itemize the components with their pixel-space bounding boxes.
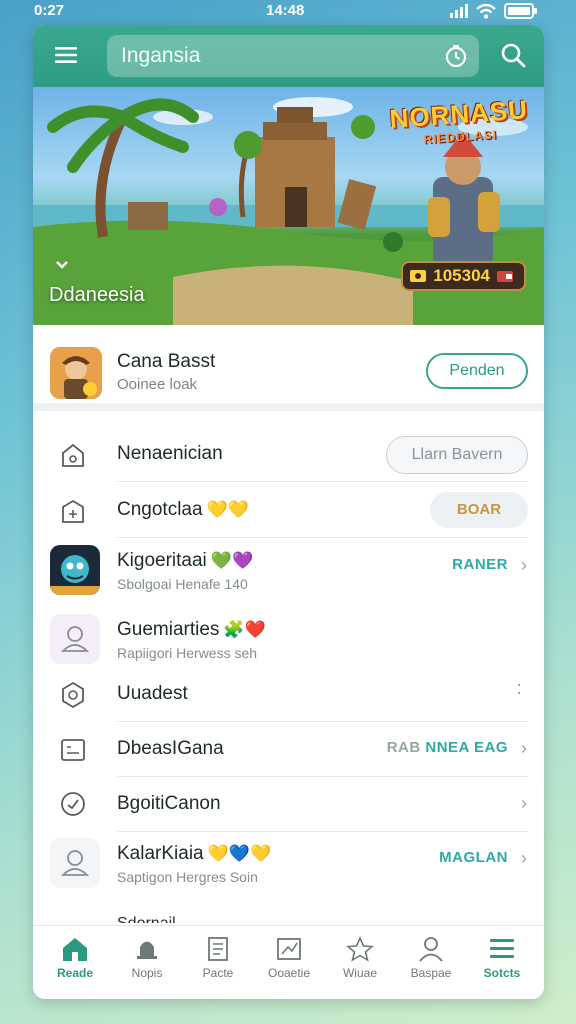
chevron-down-icon[interactable]: [55, 257, 69, 275]
signal-icon: [450, 4, 468, 18]
tab-label: Nopis: [131, 966, 163, 980]
list-item-subtitle: Sbolgoai Henafe 140: [117, 576, 248, 592]
list-item[interactable]: BgoitiCanon ›: [33, 776, 544, 832]
list-item[interactable]: Uuadest · ·: [33, 666, 544, 722]
chat-check-icon: [58, 790, 88, 820]
featured-subtitle: Ooinee loak: [117, 376, 198, 393]
timer-icon[interactable]: [443, 43, 469, 75]
chevron-right-icon[interactable]: ›: [521, 555, 527, 576]
list-item-title: Cngotclaa 💛💛: [117, 499, 249, 520]
featured-action-button[interactable]: Penden: [426, 353, 528, 389]
featured-card[interactable]: Cana Basst Ooinee loak Penden: [33, 325, 544, 411]
chart-icon: [277, 938, 301, 960]
list-item-link[interactable]: RANER: [452, 556, 508, 573]
document-icon: [208, 937, 228, 961]
tab-sotcts[interactable]: Sotcts: [470, 936, 534, 980]
wallet-icon: [497, 271, 513, 282]
list-item-action-button[interactable]: BOAR: [430, 492, 528, 528]
list-item[interactable]: Cngotclaa 💛💛 BOAR: [33, 482, 544, 538]
tab-wiuae[interactable]: Wiuae: [328, 936, 392, 980]
featured-title: Cana Basst: [117, 351, 216, 372]
search-input[interactable]: Ingansia: [107, 35, 479, 77]
coin-balance-value: 105304: [433, 266, 490, 285]
list-item-title: Guemiarties 🧩❤️: [117, 619, 266, 640]
avatar: [50, 838, 100, 888]
menu-icon: [490, 939, 514, 958]
tab-baspae[interactable]: Baspae: [399, 936, 463, 980]
list-item-link[interactable]: RAB NNEA EAG: [387, 739, 508, 756]
more-options-icon[interactable]: · ·: [516, 675, 522, 701]
list-item[interactable]: Nenaenician Llarn Bavern: [33, 426, 544, 482]
home-icon: [63, 938, 87, 961]
list-item-title: KalarKiaia 💛💙💛: [117, 843, 272, 864]
game-brand-logo: NORNASU RIEDDLASI: [388, 94, 529, 149]
tab-label: Wiuae: [342, 966, 377, 980]
shop-icon: [58, 496, 88, 526]
list-item-title: Uuadest: [117, 683, 188, 704]
chevron-right-icon[interactable]: ›: [521, 848, 527, 869]
house-icon: [58, 440, 88, 470]
coin-balance-badge[interactable]: 105304: [401, 261, 526, 291]
status-bar: 0:27 14:48: [0, 0, 576, 24]
list-item-subtitle: Saptigon Hergres Soin: [117, 869, 258, 885]
tab-label: Ooaetie: [267, 966, 311, 980]
game-app-icon: [50, 545, 100, 595]
hero-banner[interactable]: NORNASU RIEDDLASI 105304 Ddaneesia: [33, 87, 544, 325]
status-time-left: 0:27: [34, 2, 65, 19]
hexagon-settings-icon: [58, 680, 88, 710]
tab-nopis[interactable]: Nopis: [115, 936, 179, 980]
featured-game-icon: [50, 347, 102, 399]
list-item-title: Kigoeritaai 💚💜: [117, 550, 254, 571]
chevron-right-icon[interactable]: ›: [521, 738, 527, 759]
tab-pacte[interactable]: Pacte: [186, 936, 250, 980]
wifi-icon: [476, 3, 496, 19]
id-card-icon: [58, 735, 88, 765]
tab-label: Reade: [56, 966, 94, 980]
list-item-action-button[interactable]: Llarn Bavern: [386, 436, 528, 474]
star-icon: [345, 936, 375, 962]
bottom-tab-bar: Reade Nopis Pacte Ooaetie Wiuae Baspae S…: [33, 925, 544, 999]
search-icon[interactable]: [499, 41, 527, 69]
top-app-bar: Ingansia: [33, 25, 544, 87]
list-item-subtitle: Rapiigori Herwess seh: [117, 645, 258, 661]
ticket-icon: [410, 270, 427, 282]
status-time-center: 14:48: [266, 2, 305, 19]
tab-reade[interactable]: Reade: [43, 936, 107, 980]
chevron-right-icon[interactable]: ›: [521, 793, 527, 814]
banner-title: Ddaneesia: [49, 284, 145, 306]
bell-icon: [137, 941, 157, 959]
list-item-title: BgoitiCanon: [117, 793, 221, 814]
system-icons: [450, 3, 538, 19]
tab-ooaetie[interactable]: Ooaetie: [257, 936, 321, 980]
search-input-value: Ingansia: [121, 44, 201, 67]
tab-label: Sotcts: [483, 966, 521, 980]
avatar: [50, 614, 100, 664]
list-item-link[interactable]: MAGLAN: [439, 849, 508, 866]
battery-icon: [504, 3, 537, 19]
list-item[interactable]: Guemiarties 🧩❤️ Rapiigori Herwess seh: [33, 607, 544, 664]
app-window: Ingansia NORNASU RIEDDLASI 105304 Ddanee…: [33, 25, 544, 999]
list-item-title: DbeasIGana: [117, 738, 224, 759]
tab-label: Pacte: [202, 966, 234, 980]
list-item-title: Nenaenician: [117, 443, 223, 464]
list-item[interactable]: DbeasIGana RAB NNEA EAG ›: [33, 721, 544, 777]
person-icon: [419, 937, 443, 962]
hamburger-menu-icon[interactable]: [53, 41, 81, 69]
list-item[interactable]: KalarKiaia 💛💙💛 Saptigon Hergres Soin MAGL…: [33, 831, 544, 888]
list-item[interactable]: Kigoeritaai 💚💜 Sbolgoai Henafe 140 RANER …: [33, 538, 544, 595]
partially-visible-item: Sdornail: [117, 915, 176, 923]
tab-label: Baspae: [410, 966, 452, 980]
